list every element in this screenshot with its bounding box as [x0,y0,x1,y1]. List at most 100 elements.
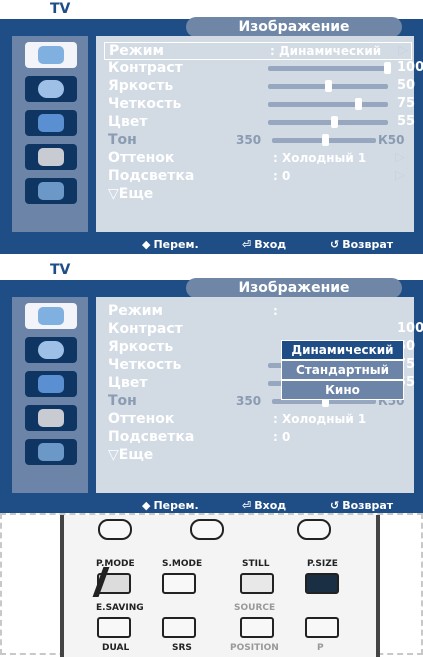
menu-label: ▽Еще [108,186,154,202]
footer-label: Возврат [342,499,394,512]
slider-thumb [322,134,329,146]
footer-enter: ⏎ Вход [242,238,286,251]
channel-icon[interactable] [25,371,77,397]
brightness-slider[interactable] [268,80,388,92]
menu-row-mode[interactable]: Режим : [108,303,408,319]
remote-button[interactable] [297,519,331,540]
pip-button[interactable] [162,617,196,638]
dropdown-option[interactable]: Динамический [281,340,404,360]
menu-label: Тон [108,393,137,409]
menu-label: Оттенок [108,150,175,166]
psize-label: P.SIZE [307,559,338,569]
menu-row-color-tone[interactable]: Оттенок : Холодный 1 [108,411,408,427]
osd-sidebar [12,36,88,232]
setup-icon[interactable] [25,405,77,431]
tv-label: TV [50,1,71,17]
slider-value: 100 [397,321,423,336]
menu-row-backlight[interactable]: Подсветка : 0 [108,429,408,445]
footer-move: ◆ Перем. [142,238,199,251]
picture-icon[interactable] [25,303,77,329]
setup-icon[interactable] [25,144,77,170]
menu-row-sharpness[interactable]: Четкость 75 [108,96,415,112]
dual-label: DUAL [102,643,130,653]
remote-button[interactable] [98,519,132,540]
input-icon[interactable] [25,178,77,204]
menu-row-contrast[interactable]: Контраст 100 [108,321,423,337]
tv-label: TV [50,262,71,278]
menu-value: : Динамический [270,44,382,58]
return-icon: ↺ [330,238,340,251]
menu-label: Оттенок [108,411,175,427]
osd-screen-bottom: TV Изображение Режим : Контраст 100 Ярко… [0,261,423,515]
source-label: SOURCE [234,603,276,613]
contrast-slider[interactable] [268,62,391,74]
footer-move: ◆ Перем. [142,499,199,512]
smode-label: S.MODE [162,559,203,569]
menu-label: Четкость [108,357,182,373]
menu-row-more[interactable]: ▽Еще [108,447,408,463]
menu-row-mode[interactable]: Режим : Динамический ▷ [104,42,412,60]
menu-label: Подсветка [108,429,195,445]
color-slider[interactable] [268,116,388,128]
remote-button[interactable] [190,519,224,540]
dropdown-option[interactable]: Кино [281,380,404,400]
osd-sidebar [12,297,88,493]
menu-row-color-tone[interactable]: Оттенок : Холодный 1 ▷ [108,150,408,166]
input-icon[interactable] [25,439,77,465]
menu-value: : Холодный 1 [273,151,367,165]
menu-label: Цвет [108,114,148,130]
still-button[interactable] [240,573,274,594]
slider-thumb[interactable] [384,62,391,74]
menu-row-brightness[interactable]: Яркость 50 [108,78,415,94]
menu-row-contrast[interactable]: Контраст 100 [108,60,423,76]
enter-icon: ⏎ [242,238,252,251]
slider-thumb[interactable] [325,80,332,92]
chevron-right-icon: ▷ [395,168,405,183]
slider-value: 55 [397,114,416,129]
still-label: STILL [242,559,270,569]
menu-row-more[interactable]: ▽Еще [108,186,408,202]
slider-thumb[interactable] [355,98,362,110]
channel-up-button[interactable] [305,617,339,638]
picture-icon[interactable] [25,42,77,68]
menu-label: Цвет [108,375,148,391]
menu-value: : Холодный 1 [273,412,367,426]
slider-value: 50 [397,78,416,93]
smode-button[interactable] [162,573,196,594]
move-icon: ◆ [142,238,151,251]
remote-illustration: P.MODE S.MODE STILL P.SIZE E.SAVING SOUR… [0,513,423,657]
sound-icon[interactable] [25,76,77,102]
return-icon: ↺ [330,499,340,512]
p-label: P [317,643,324,653]
menu-value-colon: : [273,304,278,318]
esaving-label: E.SAVING [96,603,144,613]
osd-footer: ◆ Перем. ⏎ Вход ↺ Возврат [12,238,414,254]
dropdown-option[interactable]: Стандартный [281,360,404,380]
osd-menu-panel: Режим : Контраст 100 Яркость 50 Четкость… [96,297,423,493]
slider-value: 100 [397,60,423,75]
esaving-button[interactable] [97,617,131,638]
tint-slider [272,134,376,146]
channel-icon[interactable] [25,110,77,136]
menu-label: ▽Еще [108,447,154,463]
mode-dropdown[interactable]: Динамический Стандартный Кино [281,340,404,400]
menu-row-color[interactable]: Цвет 55 [108,114,415,130]
psize-button[interactable] [305,573,339,594]
footer-enter: ⏎ Вход [242,499,286,512]
menu-label: Режим [109,43,164,59]
osd-menu-panel: Режим : Динамический ▷ Контраст 100 Ярко… [96,36,423,232]
menu-row-backlight[interactable]: Подсветка : 0 ▷ [108,168,408,184]
source-button[interactable] [240,617,274,638]
srs-label: SRS [172,643,192,653]
chevron-right-icon: ▷ [395,150,405,165]
footer-label: Перем. [153,499,199,512]
menu-label: Яркость [108,78,174,94]
osd-title: Изображение [186,17,402,37]
footer-label: Вход [254,238,287,251]
footer-return: ↺ Возврат [330,499,393,512]
tint-left-value: 350 [236,394,262,408]
sharpness-slider[interactable] [268,98,388,110]
sound-icon[interactable] [25,337,77,363]
slider-value: 75 [397,96,416,111]
slider-thumb[interactable] [331,116,338,128]
